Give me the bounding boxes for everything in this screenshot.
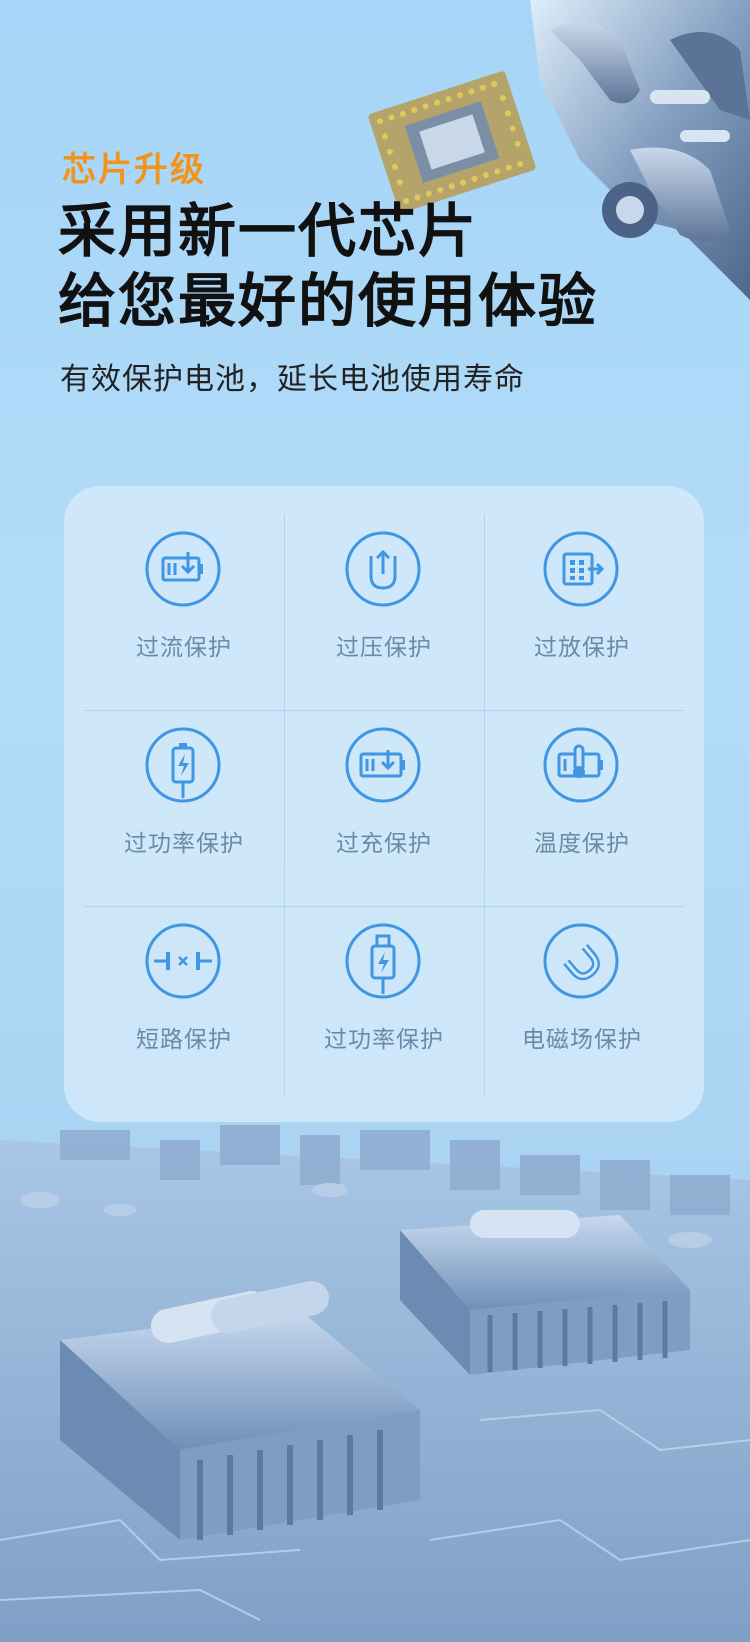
headline-line-2: 给您最好的使用体验: [58, 267, 599, 335]
circuit-board-illustration: [0, 1125, 750, 1642]
feature-label: 过功率保护: [124, 831, 244, 857]
chip-export-icon: [543, 531, 619, 607]
feature-item: 过功率保护: [86, 710, 282, 900]
battery-charge-icon: [345, 727, 421, 803]
feature-item: 过压保护: [286, 514, 482, 704]
feature-item: 过功率保护: [286, 906, 482, 1096]
page: 芯片升级 采用新一代芯片 给您最好的使用体验 有效保护电池，延长电池使用寿命 过: [0, 0, 750, 1642]
feature-item: 电磁场保护: [484, 906, 680, 1096]
feature-item: 过放保护: [484, 514, 680, 704]
feature-label: 电磁场保护: [522, 1027, 642, 1053]
feature-label: 温度保护: [534, 831, 630, 857]
subline: 有效保护电池，延长电池使用寿命: [60, 362, 525, 397]
features-panel: 过流保护 过压保护 过放保护 过功率保护 过充保护 温度保护 短路保护 过功率保…: [64, 486, 704, 1122]
feature-label: 过放保护: [534, 635, 630, 661]
feature-label: 过功率保护: [324, 1027, 444, 1053]
features-grid: 过流保护 过压保护 过放保护 过功率保护 过充保护 温度保护 短路保护 过功率保…: [84, 514, 684, 1094]
feature-item: 过充保护: [286, 710, 482, 900]
feature-label: 短路保护: [136, 1027, 232, 1053]
eyebrow-title: 芯片升级: [62, 150, 206, 190]
feature-item: 温度保护: [484, 710, 680, 900]
short-circuit-icon: [145, 923, 221, 999]
feature-label: 过充保护: [336, 831, 432, 857]
thermometer-battery-icon: [543, 727, 619, 803]
magnet-icon: [543, 923, 619, 999]
shield-arrow-icon: [345, 531, 421, 607]
battery-download-icon: [145, 531, 221, 607]
usb-plug-lightning-icon: [345, 923, 421, 999]
feature-item: 过流保护: [86, 514, 282, 704]
headline: 采用新一代芯片 给您最好的使用体验: [58, 196, 598, 336]
grid-divider: [284, 514, 285, 1094]
feature-label: 过流保护: [136, 635, 232, 661]
headline-line-1: 采用新一代芯片: [58, 197, 479, 265]
battery-lightning-icon: [145, 727, 221, 803]
feature-label: 过压保护: [336, 635, 432, 661]
feature-item: 短路保护: [86, 906, 282, 1096]
